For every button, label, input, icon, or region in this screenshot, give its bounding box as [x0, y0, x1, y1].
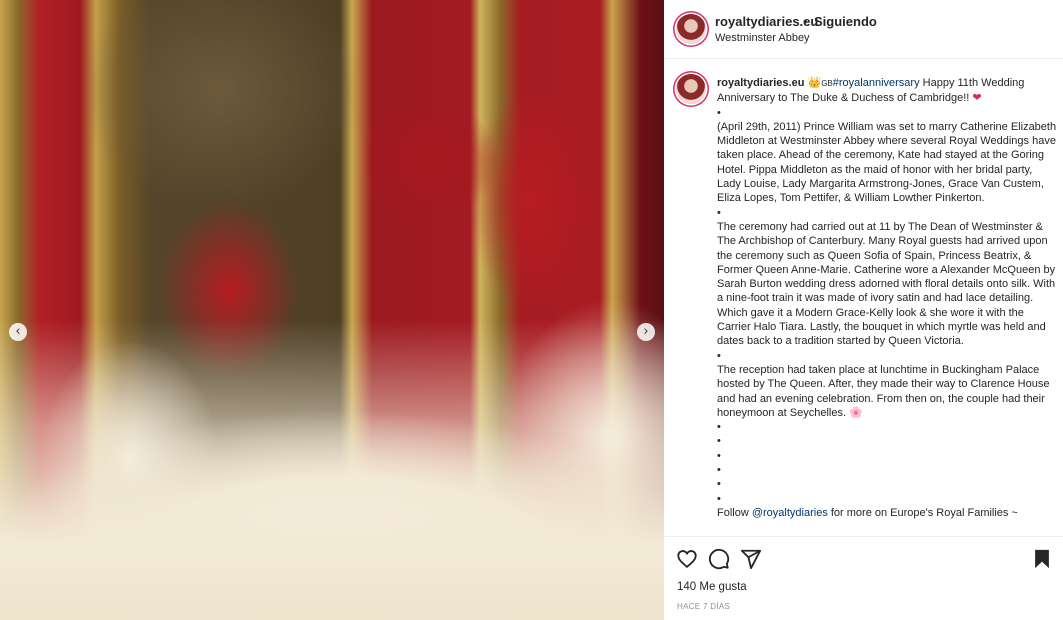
- caption-dot: •: [717, 478, 721, 491]
- bookmark-icon[interactable]: [1031, 548, 1053, 570]
- caption-dot: •: [717, 206, 721, 219]
- caption-dot: •: [717, 464, 721, 477]
- post-photo[interactable]: ‹ ›: [0, 0, 664, 620]
- avatar[interactable]: [676, 14, 706, 44]
- chevron-right-icon[interactable]: ›: [637, 323, 655, 341]
- heart-icon[interactable]: [676, 548, 698, 570]
- separator-dot: •: [803, 14, 808, 29]
- caption-dot: •: [717, 106, 721, 119]
- crown-icon: 👑: [807, 77, 822, 89]
- post-timestamp[interactable]: HACE 7 DÍAS: [677, 602, 730, 611]
- post-location[interactable]: Westminster Abbey: [715, 32, 810, 44]
- caption-paragraph-3: The reception had taken place at lunchti…: [717, 363, 1050, 419]
- share-icon[interactable]: [740, 548, 762, 570]
- heart-emoji: ❤: [972, 92, 982, 105]
- follow-suffix: for more on Europe's Royal Families ~: [827, 506, 1018, 519]
- caption-dot: •: [717, 349, 721, 362]
- caption-paragraph-2: The ceremony had carried out at 11 by Th…: [717, 220, 1056, 348]
- caption-dot: •: [717, 449, 721, 462]
- caption-text: royaltydiaries.eu 👑GB#royalanniversary H…: [717, 76, 1057, 520]
- flower-emoji: 🌸: [849, 406, 863, 419]
- caption-dot: •: [717, 492, 721, 505]
- chevron-left-icon[interactable]: ‹: [9, 323, 27, 341]
- hashtag-link[interactable]: #royalanniversary: [833, 77, 920, 89]
- post-header: royaltydiaries.eu • Siguiendo Westminste…: [664, 0, 1063, 59]
- likes-count[interactable]: 140 Me gusta: [677, 581, 747, 593]
- caption-area: royaltydiaries.eu 👑GB#royalanniversary H…: [664, 58, 1063, 536]
- gb-flag-icon: GB: [821, 79, 833, 88]
- action-bar: [664, 540, 1063, 576]
- post-sidebar: royaltydiaries.eu • Siguiendo Westminste…: [664, 0, 1063, 620]
- comment-icon[interactable]: [708, 548, 730, 570]
- caption-dot: •: [717, 421, 721, 434]
- caption-dot: •: [717, 435, 721, 448]
- caption-avatar[interactable]: [676, 74, 706, 104]
- mention-link[interactable]: @royaltydiaries: [752, 507, 828, 519]
- divider: [664, 536, 1063, 537]
- caption-paragraph-1: (April 29th, 2011) Prince William was se…: [717, 120, 1057, 205]
- follow-prefix: Follow: [717, 506, 752, 519]
- caption-username[interactable]: royaltydiaries.eu: [717, 77, 804, 89]
- following-button[interactable]: Siguiendo: [814, 14, 877, 29]
